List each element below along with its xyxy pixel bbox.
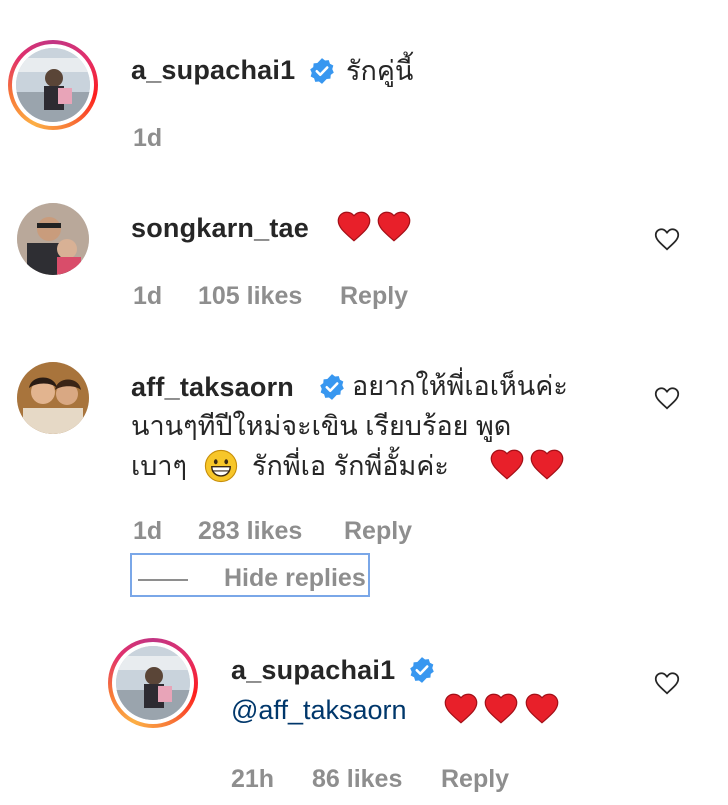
comment-username[interactable]: songkarn_tae bbox=[131, 213, 309, 244]
comment-likes[interactable]: 105 likes bbox=[198, 282, 302, 311]
comment-time: 1d bbox=[133, 282, 163, 310]
hide-replies-label: Hide replies bbox=[224, 564, 366, 592]
comment-time: 1d bbox=[133, 124, 163, 152]
comment-text: รักคู่นี้ bbox=[346, 56, 414, 86]
avatar-photo bbox=[16, 48, 90, 122]
red-heart-emoji bbox=[490, 449, 524, 480]
comment-text-line: นานๆทีปีใหม่จะเขิน เรียบร้อย พูด bbox=[131, 411, 512, 441]
comment-hearts bbox=[489, 446, 565, 481]
red-heart-emoji bbox=[378, 211, 411, 242]
comment-text-line: อยากให้พี่เอเห็นค่ะ bbox=[352, 371, 568, 401]
avatar-a-supachai1-reply[interactable] bbox=[108, 638, 198, 728]
verified-badge-icon bbox=[320, 374, 344, 400]
red-heart-emoji bbox=[525, 693, 559, 724]
hide-replies-button[interactable]: Hide replies bbox=[130, 553, 370, 597]
comment-text-line: รักพี่เอ รักพี่อั้มค่ะ bbox=[252, 451, 449, 481]
avatar-aff-taksaorn[interactable] bbox=[17, 362, 89, 434]
verified-badge-icon bbox=[310, 58, 334, 84]
reply-time: 21h bbox=[231, 765, 275, 793]
red-heart-emoji bbox=[531, 449, 564, 480]
comment-username[interactable]: a_supachai1 bbox=[131, 55, 295, 86]
heart-outline-icon[interactable] bbox=[652, 383, 682, 411]
reply-likes[interactable]: 86 likes bbox=[312, 765, 402, 794]
comment-time: 1d bbox=[133, 517, 163, 545]
reply-username[interactable]: a_supachai1 bbox=[231, 655, 395, 686]
reply-button[interactable]: Reply bbox=[340, 282, 408, 311]
verified-badge-icon bbox=[410, 657, 434, 683]
comment-text bbox=[336, 208, 412, 243]
hide-replies-line bbox=[138, 579, 188, 581]
reply-hearts bbox=[443, 690, 560, 725]
avatar-photo bbox=[116, 646, 190, 720]
comment-likes[interactable]: 283 likes bbox=[198, 517, 302, 546]
avatar-a-supachai1[interactable] bbox=[8, 40, 98, 130]
comment-username[interactable]: aff_taksaorn bbox=[131, 372, 294, 403]
comment-text-line: เบาๆ bbox=[131, 451, 188, 481]
grinning-face-emoji bbox=[204, 449, 238, 483]
avatar-photo bbox=[17, 203, 89, 275]
reply-mention-link[interactable]: @aff_taksaorn bbox=[231, 690, 407, 730]
heart-outline-icon[interactable] bbox=[652, 224, 682, 252]
heart-outline-icon[interactable] bbox=[652, 668, 682, 696]
red-heart-emoji bbox=[337, 211, 371, 242]
reply-button[interactable]: Reply bbox=[441, 765, 509, 794]
red-heart-emoji bbox=[485, 693, 518, 724]
avatar-songkarn-tae[interactable] bbox=[17, 203, 89, 275]
reply-button[interactable]: Reply bbox=[344, 517, 412, 546]
avatar-photo bbox=[17, 362, 89, 434]
red-heart-emoji bbox=[444, 693, 478, 724]
